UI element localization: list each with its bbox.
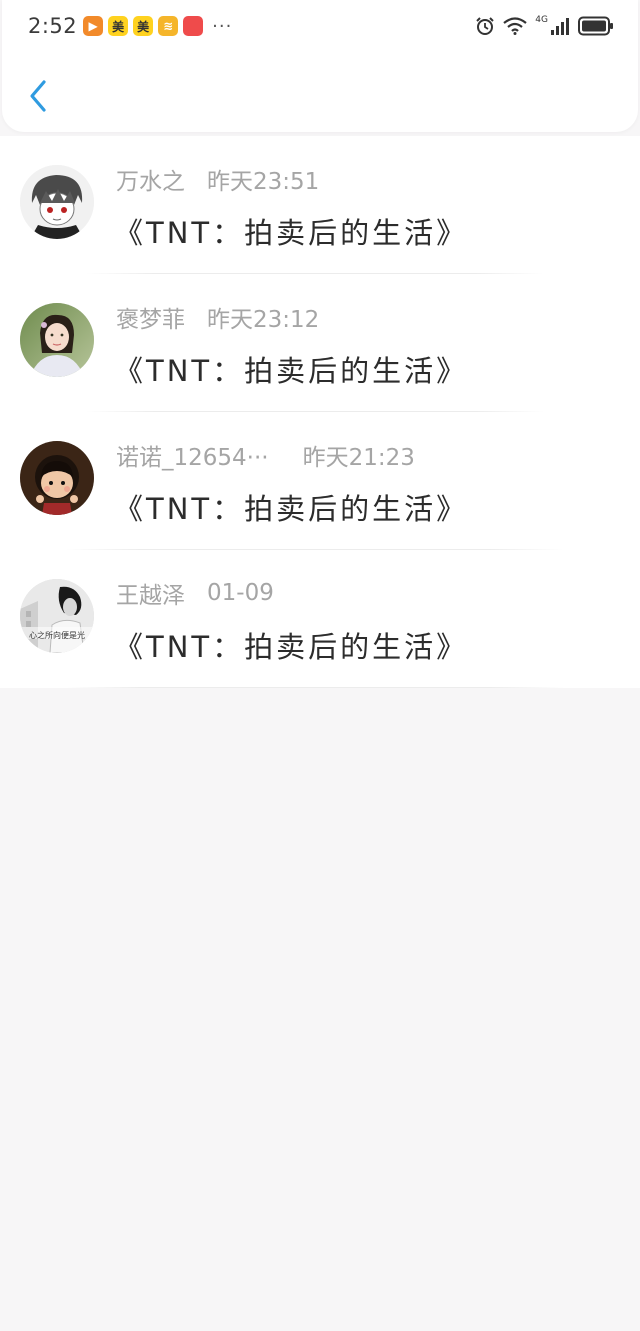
avatar[interactable]: 心之所向便是光: [20, 579, 94, 653]
avatar-caption: 心之所向便是光: [29, 631, 85, 640]
meituan-app-icon: 美: [133, 16, 154, 36]
user-name: 褒梦菲: [116, 307, 185, 333]
alarm-icon: [475, 16, 495, 36]
signal-icon: [550, 17, 570, 35]
list-item[interactable]: 褒梦菲 昨天23:12 《TNT：拍卖后的生活》: [0, 274, 640, 412]
avatar[interactable]: [20, 441, 94, 515]
user-name: 万水之: [116, 169, 185, 195]
user-name: 王越泽: [116, 583, 185, 609]
chevron-left-icon: [27, 79, 49, 117]
status-icons: 4G: [475, 15, 614, 36]
message-list: 万水之 昨天23:51 《TNT：拍卖后的生活》 褒梦菲 昨天23:12 《TN…: [0, 136, 640, 688]
battery-icon: [578, 16, 614, 36]
timestamp: 昨天23:51: [207, 169, 320, 195]
item-meta: 诺诺_12654··· 昨天21:23: [116, 440, 415, 471]
avatar[interactable]: [20, 303, 94, 377]
timestamp: 01-09: [207, 580, 274, 606]
list-item[interactable]: 诺诺_12654··· 昨天21:23 《TNT：拍卖后的生活》: [0, 412, 640, 550]
book-title[interactable]: 《TNT：拍卖后的生活》: [114, 210, 468, 252]
divider: [66, 687, 564, 688]
book-title[interactable]: 《TNT：拍卖后的生活》: [114, 486, 468, 528]
timestamp: 昨天21:23: [302, 445, 415, 471]
item-meta: 褒梦菲 昨天23:12: [116, 302, 320, 333]
timestamp: 昨天23:12: [207, 307, 320, 333]
status-time: 2:52: [28, 14, 78, 38]
book-title[interactable]: 《TNT：拍卖后的生活》: [114, 624, 468, 666]
more-notifications-icon: ···: [212, 15, 233, 37]
top-header: 2:52 ▶ 美 美 ≋ ··· 4G: [2, 0, 638, 132]
meituan-app-icon: 美: [108, 16, 129, 36]
status-bar: 2:52 ▶ 美 美 ≋ ··· 4G: [28, 10, 614, 42]
wifi-icon: [503, 17, 527, 35]
huawei-app-icon: [183, 16, 204, 36]
video-app-icon: ▶: [83, 16, 104, 36]
avatar[interactable]: [20, 165, 94, 239]
list-item[interactable]: 心之所向便是光 王越泽 01-09 《TNT：拍卖后的生活》: [0, 550, 640, 688]
item-meta: 万水之 昨天23:51: [116, 164, 320, 195]
item-meta: 王越泽 01-09: [116, 578, 274, 609]
user-name: 诺诺_12654···: [116, 445, 269, 471]
book-title[interactable]: 《TNT：拍卖后的生活》: [114, 348, 468, 390]
reader-app-icon: ≋: [158, 16, 179, 36]
network-type-label: 4G: [535, 15, 548, 25]
list-item[interactable]: 万水之 昨天23:51 《TNT：拍卖后的生活》: [0, 136, 640, 274]
back-button[interactable]: [18, 74, 58, 122]
